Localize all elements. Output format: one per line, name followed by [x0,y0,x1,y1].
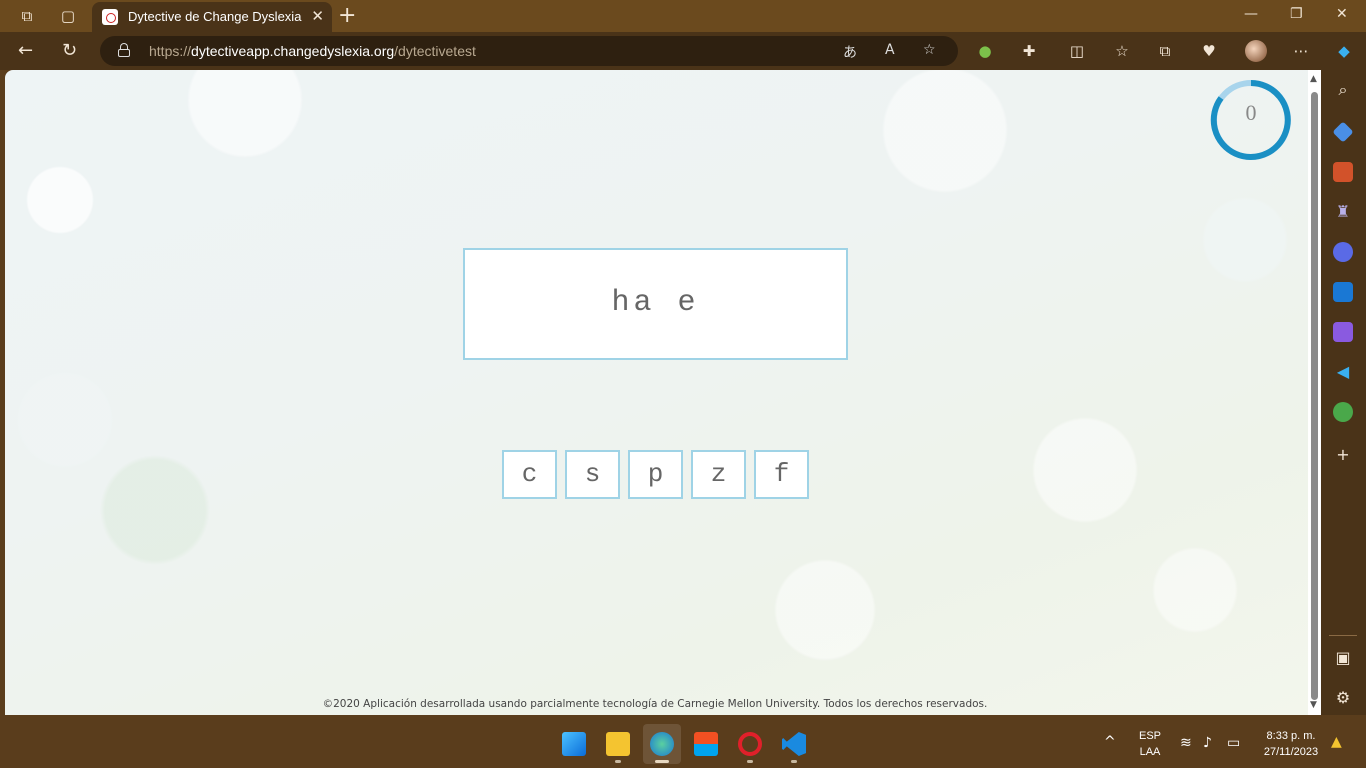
favorites-icon[interactable]: ☆ [1112,41,1132,61]
tab-active[interactable]: Dytective de Change Dyslexia ✕ [92,2,332,32]
store-icon[interactable] [694,732,718,756]
edge-sidebar: ⌕ ♜ ◀ + ▣ ⚙ [1321,70,1366,715]
back-icon[interactable]: ← [18,40,33,61]
close-window-icon[interactable]: ✕ [1336,6,1348,22]
hide-sidebar-icon[interactable]: ▣ [1333,648,1353,668]
edge-icon[interactable] [650,732,674,756]
sidebar-settings-icon[interactable]: ⚙ [1333,688,1353,708]
designer-icon[interactable] [1333,322,1353,342]
edge-running-dot [655,760,669,763]
file-explorer-running-dot [615,760,621,763]
split-screen-icon[interactable]: ◫ [1067,41,1087,61]
search-icon[interactable]: ⌕ [1333,80,1353,100]
input-language[interactable]: ESP [1136,730,1164,742]
clock-date[interactable]: 27/11/2023 [1255,746,1327,758]
scroll-thumb[interactable] [1311,92,1318,700]
tree-icon[interactable] [1333,402,1353,422]
collections-icon[interactable]: ⧉ [1155,41,1175,61]
lock-icon[interactable] [118,43,130,57]
vscode-icon[interactable] [782,732,806,756]
workspaces-icon[interactable]: ⧉ [17,6,37,26]
profile-avatar[interactable] [1245,40,1267,62]
outlook-icon[interactable] [1333,282,1353,302]
extension-globe-icon[interactable]: ● [975,41,995,61]
games-icon[interactable]: ♜ [1333,202,1353,222]
browser-essentials-icon[interactable]: ♥ [1199,41,1219,61]
add-sidebar-app-icon[interactable]: + [1333,445,1353,465]
opera-running-dot [747,760,753,763]
more-menu-icon[interactable]: ⋯ [1291,41,1311,61]
start-icon[interactable] [562,732,586,756]
url-field[interactable]: https://dytectiveapp.changedyslexia.org/… [100,36,958,66]
scroll-down-icon[interactable]: ▼ [1310,700,1317,710]
sidebar-divider [1329,635,1357,636]
letter-option-f[interactable]: f [754,450,809,499]
clock-time[interactable]: 8:33 p. m. [1255,730,1327,742]
tab-close-icon[interactable]: ✕ [311,7,324,25]
refresh-icon[interactable]: ↻ [62,40,77,61]
site-favicon-icon [102,9,118,25]
battery-icon[interactable]: ▭ [1227,735,1240,751]
translate-icon[interactable]: あ [843,42,857,62]
tray-overflow-icon[interactable]: ^ [1104,734,1116,750]
tools-icon[interactable] [1333,162,1353,182]
scroll-up-icon[interactable]: ▲ [1310,74,1317,84]
page-scrollbar[interactable]: ▲ ▼ [1308,70,1321,715]
tab-actions-icon[interactable]: ▢ [58,6,78,26]
taskbar: ^ ESP LAA ≋ ♪ ▭ 8:33 p. m. 27/11/2023 ▲ [0,720,1366,768]
copilot-icon[interactable]: ◆ [1334,41,1354,61]
keyboard-layout[interactable]: LAA [1136,746,1164,758]
letter-option-p[interactable]: p [628,450,683,499]
letter-option-c[interactable]: c [502,450,557,499]
microsoft365-icon[interactable] [1333,242,1353,262]
opera-icon[interactable] [738,732,762,756]
read-aloud-icon[interactable]: A [885,42,895,58]
footer-copyright: ©2020 Aplicación desarrollada usando par… [322,698,988,710]
send-icon[interactable]: ◀ [1333,362,1353,382]
vscode-running-dot [791,760,797,763]
word-display: ha e [463,248,848,360]
minimize-icon[interactable]: — [1244,6,1258,22]
letter-option-s[interactable]: s [565,450,620,499]
file-explorer-icon[interactable] [606,732,630,756]
restore-icon[interactable]: ❐ [1290,6,1303,22]
tab-title: Dytective de Change Dyslexia [128,9,302,24]
url-text[interactable]: https://dytectiveapp.changedyslexia.org/… [149,43,476,59]
shopping-tag-icon[interactable] [1332,121,1354,143]
wifi-icon[interactable]: ≋ [1180,735,1192,751]
letter-option-z[interactable]: z [691,450,746,499]
page-content: 0 ha e c s p z f ©2020 Aplicación desarr… [5,70,1308,715]
notifications-bell-icon[interactable]: ▲ [1331,734,1342,750]
volume-icon[interactable]: ♪ [1203,735,1212,751]
favorite-star-icon[interactable]: ☆ [923,42,936,58]
title-bar: ⧉ ▢ Dytective de Change Dyslexia ✕ + — ❐… [0,0,1366,32]
score-value: 0 [1245,100,1257,125]
incomplete-word: ha e [611,286,700,320]
new-tab-icon[interactable]: + [338,3,356,28]
extensions-icon[interactable]: ✚ [1019,41,1039,61]
